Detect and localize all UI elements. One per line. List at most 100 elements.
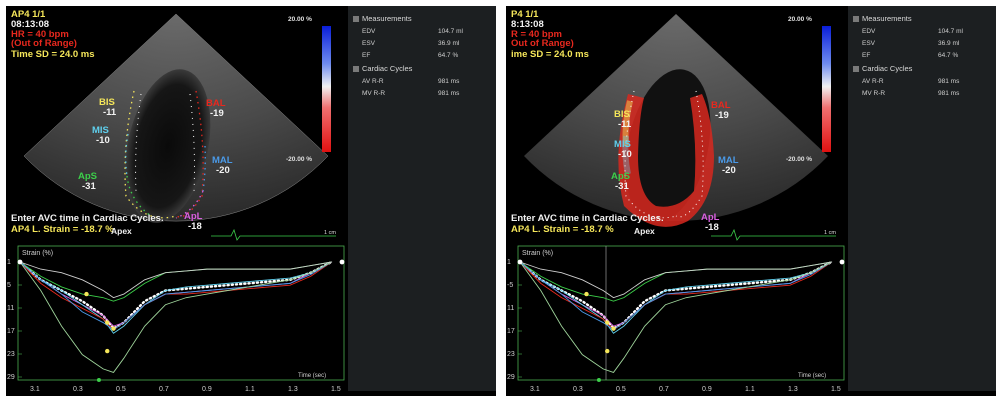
- chart-frame: [17, 245, 345, 381]
- collapse-icon: [853, 16, 859, 23]
- segment-mal-value: -20: [722, 165, 736, 176]
- measurement-row: EDV 104.7 ml: [362, 28, 463, 35]
- start-marker: [517, 259, 523, 265]
- strain-chart-right: 1 -5 11 17 23 29 3.1 0.3 0.5 0.7 0.9 1.1 1.3 1.5 Str…: [507, 245, 845, 393]
- cycle-row: AV R-R 981 ms: [362, 78, 460, 85]
- measurement-row: ESV 36.9 ml: [862, 40, 960, 47]
- end-marker: [839, 259, 845, 265]
- strain-graph-left: 1 5 11 17 23 29 3.1 0.3 0.5 0.7 0.9 1.1 1.3 1.5 Stra…: [6, 244, 346, 396]
- segment-aps-value: -31: [82, 181, 96, 192]
- x-tick-label: 3.1: [530, 386, 540, 393]
- x-tick-label: 1.1: [245, 386, 255, 393]
- peak-marker: [611, 326, 616, 331]
- echo-screen-left: AP4 1/1 08:13:08 HR = 40 bpm (Out of Ran…: [6, 6, 496, 396]
- segment-bis-value: -11: [103, 107, 117, 118]
- cardiac-cycles-header[interactable]: Cardiac Cycles: [853, 64, 912, 73]
- measurements-panel: Measurements EDV 104.7 ml ESV 36.9 ml EF 64…: [848, 6, 996, 391]
- end-marker: [339, 259, 345, 265]
- scale-bottom-label: -20.00 %: [786, 156, 813, 163]
- collapse-icon: [353, 16, 359, 23]
- measurement-row: EDV 104.7 ml: [862, 28, 963, 35]
- segment-apl-value: -18: [188, 221, 202, 232]
- cardiac-cycles-header[interactable]: Cardiac Cycles: [353, 64, 412, 73]
- peak-marker: [84, 291, 89, 297]
- cycle-row: MV R-R 981 ms: [862, 90, 960, 97]
- segment-mis-value: -10: [96, 135, 110, 146]
- y-tick-label: 29: [507, 374, 515, 381]
- chart-ylabel: Strain (%): [522, 250, 553, 257]
- y-tick-label: -5: [507, 282, 513, 289]
- measurements-header[interactable]: Measurements: [353, 14, 412, 23]
- segment-apl-value: -18: [705, 222, 719, 233]
- avc-instruction: Enter AVC time in Cardiac Cycles.: [11, 213, 164, 224]
- x-tick-label: 1.5: [331, 386, 341, 393]
- x-tick-label: 0.9: [202, 386, 212, 393]
- y-tick-label: 11: [7, 305, 14, 312]
- x-tick-label: 0.7: [159, 386, 169, 393]
- chart-frame: [517, 245, 845, 381]
- x-tick-label: 1.3: [288, 386, 298, 393]
- measurement-row: EF 64.7 %: [362, 52, 459, 59]
- avc-instruction: Enter AVC time in Cardiac Cycles.: [511, 213, 664, 224]
- start-marker: [17, 259, 23, 265]
- y-tick-label: 11: [507, 305, 514, 312]
- cycle-row: MV R-R 981 ms: [362, 90, 460, 97]
- strain-curve-1: [519, 261, 833, 302]
- peak-marker: [105, 320, 110, 325]
- collapse-icon: [353, 66, 359, 73]
- peak-marker: [584, 291, 589, 297]
- measurement-row: ESV 36.9 ml: [362, 40, 460, 47]
- chart-xlabel: Time (sec): [298, 373, 326, 379]
- peak-marker: [105, 348, 110, 354]
- y-tick-label: 29: [7, 374, 15, 381]
- scale-top-label: 20.00 %: [788, 16, 812, 23]
- y-tick-label: 23: [7, 351, 15, 358]
- y-tick-label: 1: [7, 259, 11, 266]
- chart-xlabel: Time (sec): [798, 373, 826, 379]
- strain-color-scale: [322, 26, 331, 152]
- strain-chart-left: 1 5 11 17 23 29 3.1 0.3 0.5 0.7 0.9 1.1 1.3 1.5 Stra…: [7, 245, 345, 393]
- scale-bottom-label: -20.00 %: [286, 156, 313, 163]
- strain-color-scale: [822, 26, 831, 152]
- segment-mis-value: -10: [618, 149, 632, 160]
- x-tick-label: 0.5: [116, 386, 126, 393]
- segment-bal-value: -19: [715, 110, 729, 121]
- apex-label: Apex: [111, 226, 132, 236]
- y-tick-label: 1: [507, 259, 511, 266]
- measurement-row: EF 64.7 %: [862, 52, 959, 59]
- x-tick-label: 0.3: [73, 386, 83, 393]
- avc-marker: [596, 378, 601, 382]
- heart-rate-note: (Out of Range): [11, 38, 77, 49]
- strain-graph-right: 1 -5 11 17 23 29 3.1 0.3 0.5 0.7 0.9 1.1 1.3 1.5 Str…: [506, 244, 846, 396]
- avc-marker: [96, 378, 101, 382]
- global-strain: AP4 L. Strain = -18.7 %: [11, 224, 114, 235]
- strain-curve-1: [19, 261, 333, 302]
- measurements-panel: Measurements EDV 104.7 ml ESV 36.9 ml EF 64…: [348, 6, 496, 391]
- chart-ylabel: Strain (%): [22, 250, 53, 257]
- x-tick-label: 0.3: [573, 386, 583, 393]
- x-tick-label: 1.5: [831, 386, 841, 393]
- cycle-row: AV R-R 981 ms: [862, 78, 960, 85]
- segment-bis-value: -11: [618, 119, 632, 130]
- apex-label: Apex: [634, 226, 655, 236]
- y-tick-label: 5: [7, 282, 11, 289]
- x-tick-label: 0.9: [702, 386, 712, 393]
- strain-curve-3: [19, 261, 333, 334]
- echo-screen-right: P4 1/1 8:13:08 R = 40 bpm Out of Range) …: [506, 6, 996, 396]
- time-sd: Time SD = 24.0 ms: [11, 49, 95, 60]
- x-tick-label: 1.1: [745, 386, 755, 393]
- peak-marker: [605, 320, 610, 325]
- y-tick-label: 17: [7, 328, 15, 335]
- y-tick-label: 17: [507, 328, 515, 335]
- y-tick-label: 23: [507, 351, 515, 358]
- depth-scale-label: 1 cm: [324, 230, 336, 236]
- segment-mal-value: -20: [216, 165, 230, 176]
- peak-marker: [605, 348, 610, 354]
- time-sd: ime SD = 24.0 ms: [511, 49, 589, 60]
- measurements-header[interactable]: Measurements: [853, 14, 912, 23]
- segment-aps-value: -31: [615, 181, 629, 192]
- heart-rate-note: Out of Range): [511, 38, 574, 49]
- x-tick-label: 3.1: [30, 386, 40, 393]
- peak-marker: [111, 326, 116, 331]
- x-tick-label: 0.7: [659, 386, 669, 393]
